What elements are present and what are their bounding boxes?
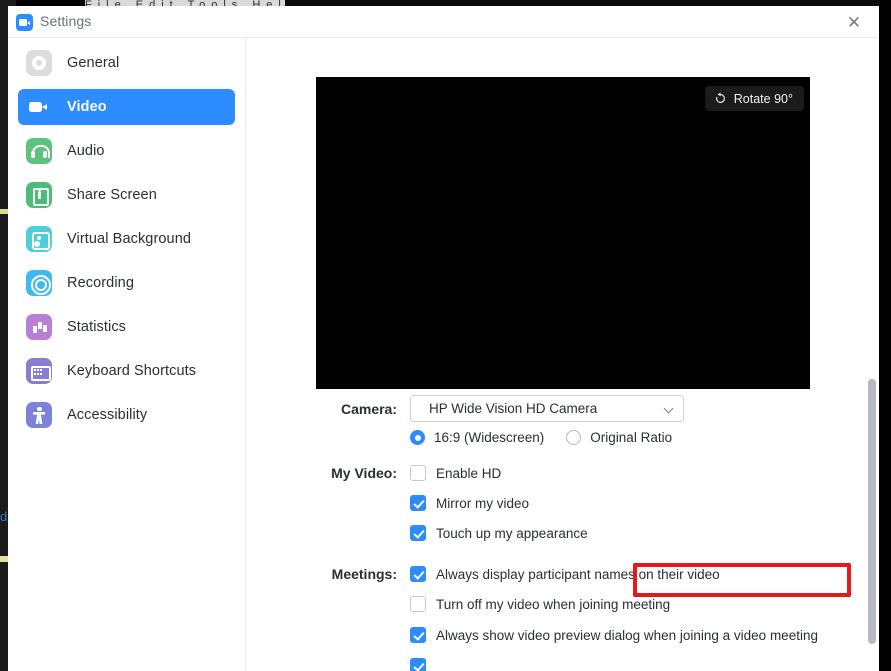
- sidebar-item-label: Share Screen: [67, 187, 157, 203]
- camera-select[interactable]: HP Wide Vision HD Camera: [410, 395, 684, 422]
- sidebar-item-label: Recording: [67, 275, 134, 291]
- meetings-row-participant-names: Meetings: Always display participant nam…: [247, 566, 720, 582]
- settings-window: Settings ✕ General Video Audio Share Scr…: [8, 6, 879, 671]
- sidebar-item-label: Audio: [67, 143, 105, 159]
- sidebar-item-video[interactable]: Video: [18, 89, 235, 125]
- meetings-row-turn-off-video: Turn off my video when joining meeting: [410, 596, 670, 612]
- radio-widescreen-label: 16:9 (Widescreen): [434, 430, 545, 445]
- checkbox-enable-hd[interactable]: [410, 465, 426, 481]
- sidebar-item-share-screen[interactable]: Share Screen: [18, 177, 235, 213]
- checkbox-show-video-preview-dialog[interactable]: [410, 627, 426, 643]
- sidebar-item-label: Video: [67, 99, 107, 115]
- aspect-ratio-row: 16:9 (Widescreen) Original Ratio: [247, 430, 879, 445]
- checkbox-touch-up-appearance-label: Touch up my appearance: [436, 525, 588, 541]
- my-video-row-enable-hd: My Video: Enable HD: [247, 465, 501, 481]
- rotate-ccw-icon: [715, 92, 725, 103]
- content-scrollbar[interactable]: [865, 38, 879, 671]
- sidebar-item-recording[interactable]: Recording: [18, 265, 235, 301]
- rotate-90-label: Rotate 90°: [733, 91, 793, 106]
- checkbox-mirror-my-video[interactable]: [410, 495, 426, 511]
- sidebar-item-statistics[interactable]: Statistics: [18, 309, 235, 345]
- radio-dot-icon: [410, 430, 425, 445]
- share-screen-icon: [26, 182, 52, 208]
- my-video-row-mirror: Mirror my video: [410, 495, 529, 511]
- video-preview: Rotate 90°: [316, 77, 810, 389]
- sidebar-item-label: Virtual Background: [67, 231, 192, 247]
- camera-row: Camera: HP Wide Vision HD Camera: [247, 395, 879, 422]
- checkbox-turn-off-video-on-join[interactable]: [410, 596, 426, 612]
- sidebar-item-virtual-background[interactable]: Virtual Background: [18, 221, 235, 257]
- radio-dot-icon: [566, 430, 582, 445]
- checkbox-turn-off-video-on-join-label: Turn off my video when joining meeting: [436, 596, 671, 612]
- rotate-90-button[interactable]: Rotate 90°: [704, 86, 804, 111]
- checkbox-touch-up-appearance[interactable]: [410, 525, 426, 541]
- close-icon[interactable]: ✕: [841, 10, 867, 34]
- gear-icon: [26, 50, 52, 76]
- keyboard-icon: [26, 358, 52, 384]
- meetings-row-partial-next: [410, 658, 426, 671]
- checkbox-enable-hd-label: Enable HD: [436, 465, 502, 481]
- checkbox-mirror-my-video-label: Mirror my video: [436, 495, 530, 511]
- sidebar-item-general[interactable]: General: [18, 45, 235, 81]
- radio-original-ratio[interactable]: Original Ratio: [566, 430, 672, 445]
- sidebar-item-label: Accessibility: [67, 407, 148, 423]
- my-video-label: My Video:: [331, 465, 397, 481]
- camera-selected-value: HP Wide Vision HD Camera: [429, 401, 598, 416]
- window-body: General Video Audio Share Screen Virtual…: [8, 38, 879, 671]
- zoom-video-icon: [16, 14, 33, 31]
- my-video-row-touch-up: Touch up my appearance: [410, 525, 588, 541]
- radio-widescreen[interactable]: 16:9 (Widescreen): [410, 430, 544, 445]
- sidebar-item-keyboard-shortcuts[interactable]: Keyboard Shortcuts: [18, 353, 235, 389]
- checkbox-show-video-preview-dialog-label: Always show video preview dialog when jo…: [436, 627, 818, 643]
- checkbox-partial-next[interactable]: [410, 658, 426, 671]
- video-camera-icon: [26, 94, 52, 120]
- checkbox-display-participant-names[interactable]: [410, 566, 426, 582]
- chevron-down-icon: [663, 403, 674, 414]
- window-title: Settings: [40, 13, 92, 29]
- virtual-background-icon: [26, 226, 52, 252]
- camera-label: Camera:: [340, 400, 397, 417]
- desktop-right-strip: [879, 0, 891, 671]
- sidebar-item-label: General: [67, 55, 120, 71]
- sidebar-item-label: Keyboard Shortcuts: [67, 363, 197, 379]
- meetings-label: Meetings:: [331, 566, 397, 582]
- record-icon: [26, 270, 52, 296]
- radio-original-ratio-label: Original Ratio: [590, 430, 673, 445]
- meetings-row-video-preview-dialog: Always show video preview dialog when jo…: [410, 627, 818, 643]
- sidebar-item-audio[interactable]: Audio: [18, 133, 235, 169]
- sidebar-item-label: Statistics: [67, 319, 127, 335]
- bar-chart-icon: [26, 314, 52, 340]
- window-titlebar: Settings ✕: [8, 6, 879, 38]
- accessibility-icon: [26, 402, 52, 428]
- checkbox-display-participant-names-label: Always display participant names on thei…: [436, 566, 720, 582]
- settings-content-panel: Rotate 90° Camera: HP Wide Vision HD Cam…: [247, 38, 879, 671]
- sidebar-item-accessibility[interactable]: Accessibility: [18, 397, 235, 433]
- headphones-icon: [26, 138, 52, 164]
- scrollbar-thumb[interactable]: [868, 379, 876, 644]
- settings-sidebar: General Video Audio Share Screen Virtual…: [8, 38, 246, 671]
